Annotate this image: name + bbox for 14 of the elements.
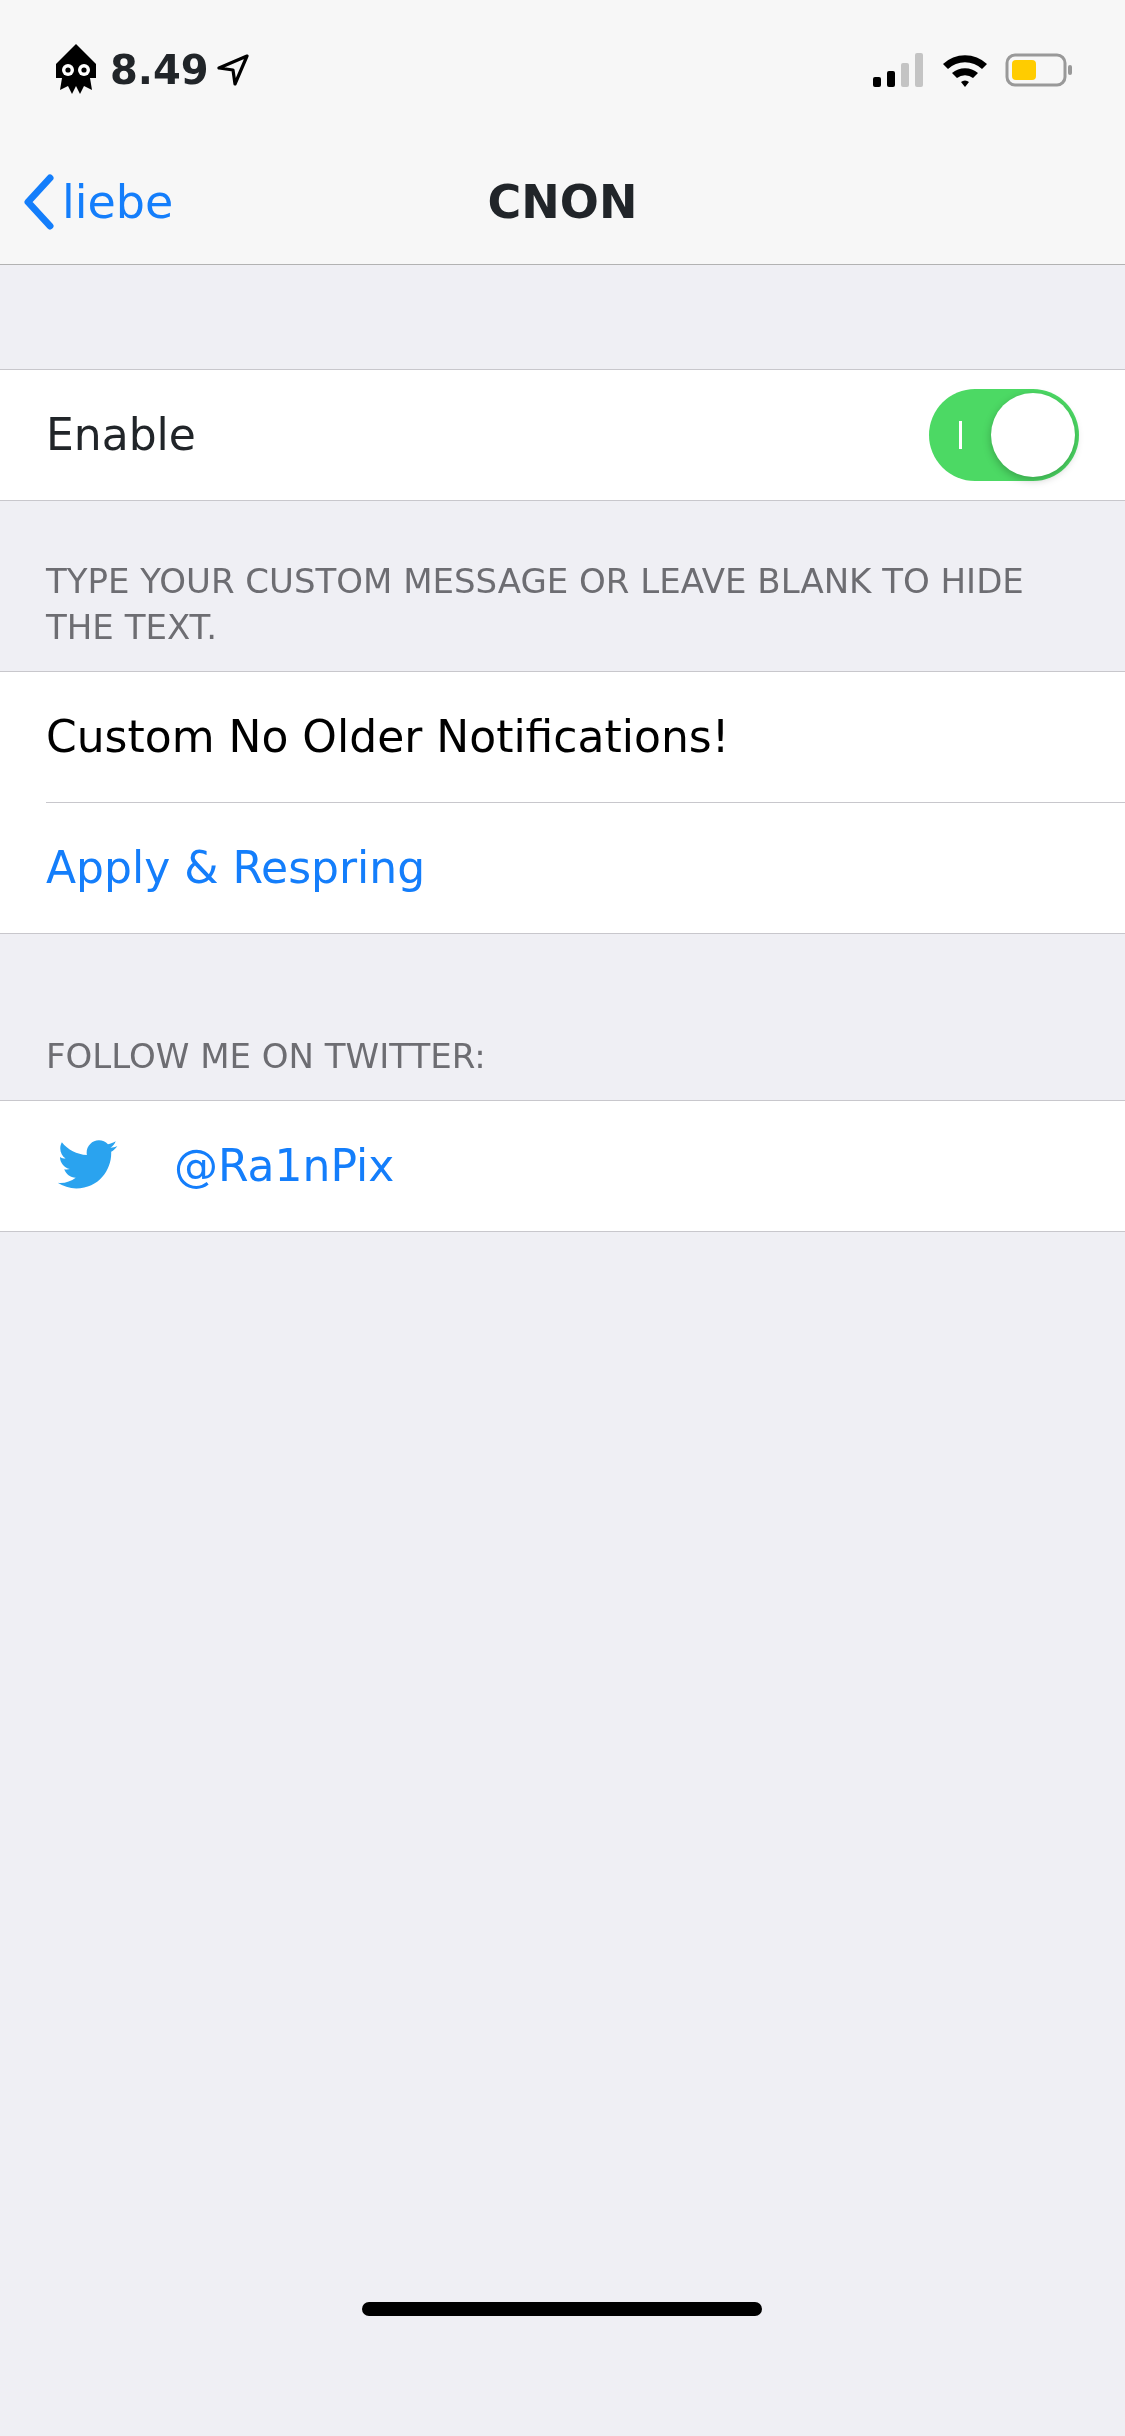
location-arrow-icon xyxy=(216,54,249,86)
apply-link[interactable]: Apply & Respring xyxy=(46,834,426,901)
signal-icon xyxy=(873,53,925,87)
page-title: CNON xyxy=(487,173,638,231)
chevron-left-icon xyxy=(24,174,54,230)
status-time: 8.49 xyxy=(110,46,209,95)
wifi-icon xyxy=(941,52,989,88)
section-header: TYPE YOUR CUSTOM MESSAGE OR LEAVE BLANK TO HIDE THE TEXT. xyxy=(45,560,1025,649)
back-button[interactable]: liebe xyxy=(0,167,174,237)
message-field[interactable]: Custom No Older Notifications! xyxy=(46,703,1079,770)
twitter-link[interactable]: @Ra1nPix xyxy=(174,1132,395,1199)
setting-label: Enable xyxy=(46,408,196,462)
battery-icon xyxy=(1005,53,1075,87)
section-header: FOLLOW ME ON TWITTER: xyxy=(45,1034,487,1078)
